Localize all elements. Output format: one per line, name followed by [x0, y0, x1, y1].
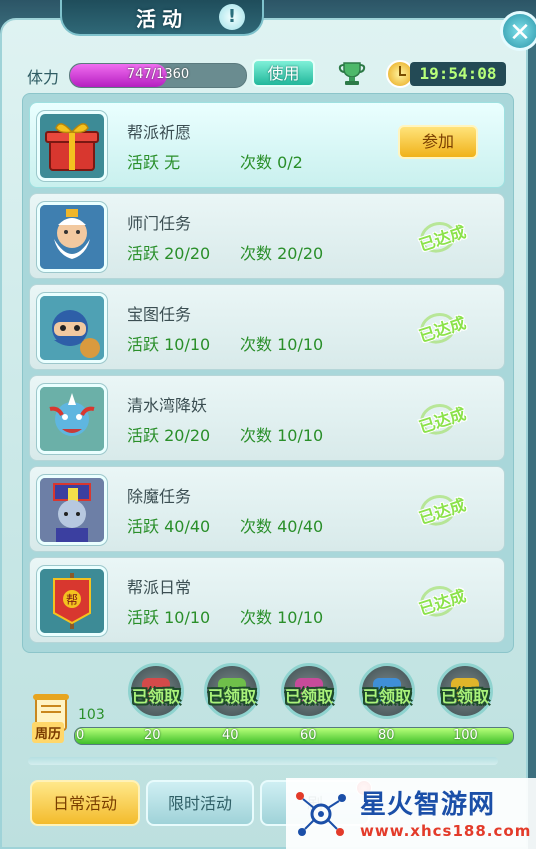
completed-stamp: 已达成 — [407, 394, 478, 444]
ninja-icon — [37, 293, 107, 363]
progress-tick-label: 100 — [453, 728, 478, 743]
svg-text:帮: 帮 — [66, 593, 78, 607]
count-label: 次数 — [240, 153, 273, 172]
active-label: 活跃 — [127, 335, 160, 354]
count-label: 次数 — [240, 244, 273, 263]
activity-list: 帮派祈愿 活跃 无次数 0/2 参加 师门任务 活跃 20/20 次数 20/20 已达成宝… — [22, 93, 514, 653]
active-label: 活跃 — [127, 153, 160, 172]
activity-active: 活跃 20/20 — [127, 240, 210, 264]
activity-title: 师门任务 — [127, 214, 192, 233]
stamina-bar: 747/1360 — [69, 63, 247, 88]
active-label: 活跃 — [127, 426, 160, 445]
progress-tick-label: 60 — [300, 728, 317, 743]
use-stamina-button[interactable]: 使用 — [252, 59, 315, 87]
completed-stamp: 已达成 — [407, 576, 478, 626]
clock-time: 19:54:08 — [410, 62, 506, 86]
activity-active: 活跃 无 — [127, 149, 180, 173]
weekly-calendar-label[interactable]: 周历 — [32, 722, 65, 743]
active-value: 40/40 — [164, 517, 211, 536]
tab-limited-activities[interactable]: 限时活动 — [146, 780, 254, 826]
blue-demon-icon — [37, 384, 107, 454]
activity-active: 活跃 10/10 — [127, 331, 210, 355]
watermark-url: www.xhcs188.com — [360, 822, 532, 840]
activity-count: 次数 10/10 — [240, 422, 323, 446]
divider — [28, 757, 498, 765]
reward-claimed-label: 已领取 — [284, 687, 333, 706]
active-value: 10/10 — [164, 608, 211, 627]
count-value: 10/10 — [277, 335, 324, 354]
tab-daily-activities[interactable]: 日常活动 — [30, 780, 140, 826]
weekly-progress-bar — [74, 727, 514, 745]
reward-claimed-label: 已领取 — [131, 687, 180, 706]
activity-active: 活跃 20/20 — [127, 422, 210, 446]
gift-box-icon — [37, 111, 107, 181]
progress-tick-label: 40 — [222, 728, 239, 743]
count-value: 10/10 — [277, 426, 324, 445]
reward-claimed-label: 已领取 — [362, 687, 411, 706]
activity-count: 次数 20/20 — [240, 240, 323, 264]
stamina-value: 747/1360 — [126, 67, 190, 82]
completed-stamp: 已达成 — [407, 485, 478, 535]
activity-count: 次数 10/10 — [240, 604, 323, 628]
active-value: 10/10 — [164, 335, 211, 354]
watermark-name: 星火智游网 — [360, 790, 496, 820]
close-icon: ✕ — [509, 18, 531, 48]
active-label: 活跃 — [127, 244, 160, 263]
active-value: 20/20 — [164, 426, 211, 445]
watermark-logo — [296, 792, 346, 836]
completed-stamp: 已达成 — [407, 212, 478, 262]
count-value: 10/10 — [277, 608, 324, 627]
exclamation-icon[interactable]: ! — [219, 4, 245, 30]
activity-active: 活跃 10/10 — [127, 604, 210, 628]
active-value: 20/20 — [164, 244, 211, 263]
stamina-label: 体力 — [27, 68, 60, 87]
join-button[interactable]: 参加 — [398, 125, 478, 159]
jiangshi-icon — [37, 475, 107, 545]
activity-title: 除魔任务 — [127, 487, 192, 506]
reward-claimed-label: 已领取 — [440, 687, 489, 706]
activity-card[interactable]: 清水湾降妖活跃 20/20 次数 10/10 已达成 — [29, 375, 505, 461]
activity-count: 次数 10/10 — [240, 331, 323, 355]
count-label: 次数 — [240, 608, 273, 627]
active-value: 无 — [164, 153, 181, 172]
site-watermark: 星火智游网 www.xhcs188.com — [286, 778, 536, 849]
activity-card[interactable]: 除魔任务 活跃 40/40 次数 40/40 已达成 — [29, 466, 505, 552]
progress-tick-label: 80 — [378, 728, 395, 743]
weekly-activity-value: 103 — [78, 707, 105, 723]
trophy-icon[interactable] — [338, 60, 366, 86]
activity-card[interactable]: 宝图任务 活跃 10/10 次数 10/10 已达成 — [29, 284, 505, 370]
close-button[interactable]: ✕ — [500, 11, 536, 51]
count-value: 20/20 — [277, 244, 324, 263]
count-value: 0/2 — [277, 153, 303, 172]
activity-title: 帮派祈愿 — [127, 123, 192, 142]
activity-count: 次数 0/2 — [240, 149, 303, 173]
activity-title: 清水湾降妖 — [127, 396, 208, 415]
activity-active: 活跃 40/40 — [127, 513, 210, 537]
activity-title: 宝图任务 — [127, 305, 192, 324]
guild-banner-icon: 帮 — [37, 566, 107, 636]
activity-card[interactable]: 帮帮派日常 活跃 10/10 次数 10/10 已达成 — [29, 557, 505, 643]
activity-card[interactable]: 帮派祈愿活跃 无 次数 0/2 参加 — [29, 102, 505, 188]
activity-title: 帮派日常 — [127, 578, 192, 597]
count-label: 次数 — [240, 426, 273, 445]
activity-card[interactable]: 师门任务 活跃 20/20 次数 20/20 已达成 — [29, 193, 505, 279]
reward-claimed-label: 已领取 — [207, 687, 256, 706]
completed-stamp: 已达成 — [407, 303, 478, 353]
weekly-progress-fill — [75, 728, 513, 744]
count-label: 次数 — [240, 335, 273, 354]
count-value: 40/40 — [277, 517, 324, 536]
progress-tick-label: 20 — [144, 728, 161, 743]
active-label: 活跃 — [127, 608, 160, 627]
elder-master-icon — [37, 202, 107, 272]
progress-tick-label: 0 — [76, 728, 85, 743]
activity-count: 次数 40/40 — [240, 513, 323, 537]
active-label: 活跃 — [127, 517, 160, 536]
count-label: 次数 — [240, 517, 273, 536]
